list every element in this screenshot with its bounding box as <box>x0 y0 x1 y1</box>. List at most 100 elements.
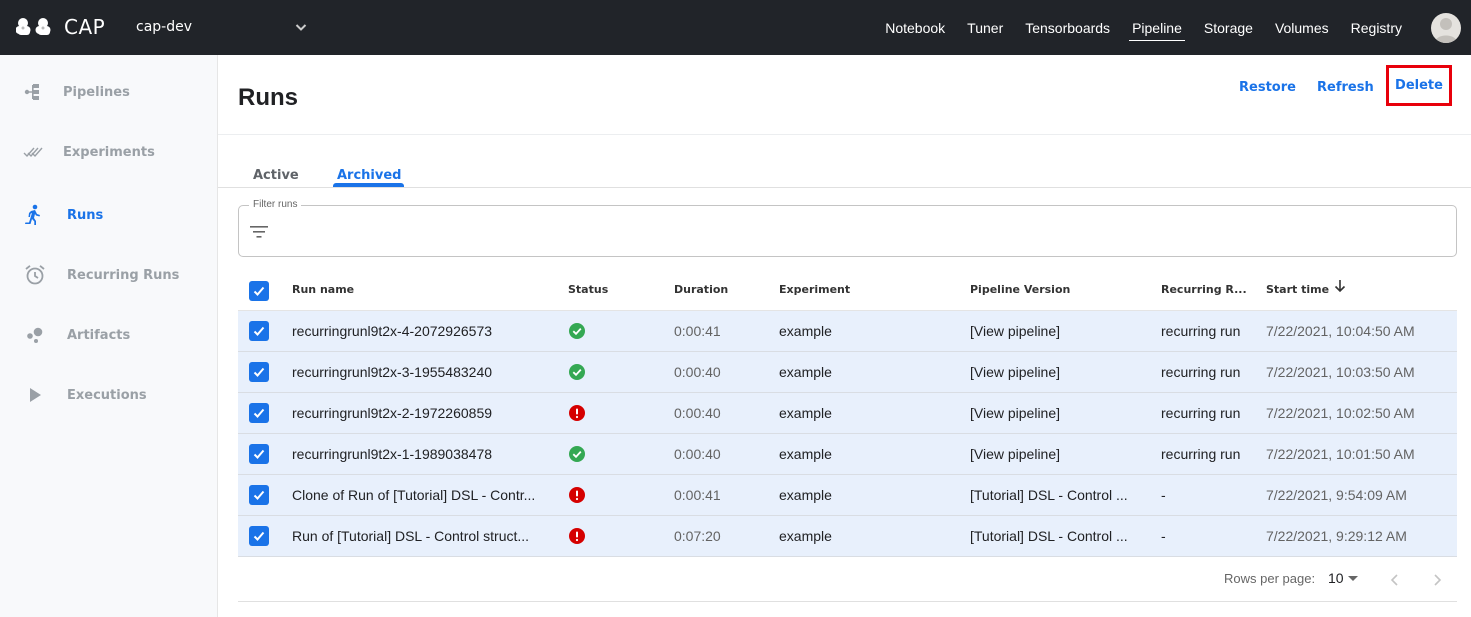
duration-cell: 0:00:41 <box>674 487 721 503</box>
app-logo[interactable]: CAP <box>16 14 105 40</box>
experiment-link[interactable]: example <box>779 446 832 462</box>
run-name-link[interactable]: recurringrunl9t2x-4-2072926573 <box>292 323 492 339</box>
start-time-cell: 7/22/2021, 10:04:50 AM <box>1266 323 1415 339</box>
duration-cell: 0:00:40 <box>674 405 721 421</box>
rows-per-page-select[interactable]: 10 <box>1328 570 1344 586</box>
pipeline-version-link[interactable]: [Tutorial] DSL - Control ... <box>970 528 1128 544</box>
table-row[interactable]: recurringrunl9t2x-2-1972260859 0:00:40 e… <box>238 393 1457 434</box>
tabs-divider <box>218 187 1471 188</box>
recurring-run-cell[interactable]: recurring run <box>1161 405 1240 421</box>
nav-volumes[interactable]: Volumes <box>1264 0 1340 55</box>
next-page-icon[interactable] <box>1427 570 1447 590</box>
namespace-select[interactable]: cap-dev <box>136 15 308 39</box>
run-name-link[interactable]: recurringrunl9t2x-1-1989038478 <box>292 446 492 462</box>
check-icon <box>253 490 265 500</box>
sidebar-item-pipelines[interactable]: Pipelines <box>0 72 217 112</box>
recurring-run-cell[interactable]: recurring run <box>1161 364 1240 380</box>
duration-cell: 0:07:20 <box>674 528 721 544</box>
run-name-link[interactable]: Clone of Run of [Tutorial] DSL - Contr..… <box>292 487 535 503</box>
filter-runs-field[interactable]: Filter runs <box>238 199 1457 257</box>
row-checkbox[interactable] <box>249 526 269 546</box>
pipeline-version-link[interactable]: [View pipeline] <box>970 405 1060 421</box>
row-checkbox[interactable] <box>249 403 269 423</box>
run-name-link[interactable]: recurringrunl9t2x-3-1955483240 <box>292 364 492 380</box>
namespace-value: cap-dev <box>136 19 192 35</box>
sidebar-item-recurring-runs[interactable]: Recurring Runs <box>0 255 217 295</box>
restore-button[interactable]: Restore <box>1239 77 1296 97</box>
pipeline-version-link[interactable]: [View pipeline] <box>970 323 1060 339</box>
nav-tensorboards[interactable]: Tensorboards <box>1014 0 1121 55</box>
sidebar-label: Executions <box>67 387 147 403</box>
sidebar-label: Experiments <box>63 144 155 160</box>
user-icon <box>1435 18 1457 43</box>
filter-runs-input[interactable] <box>279 216 1439 248</box>
error-icon <box>569 405 585 421</box>
success-check-icon <box>569 364 585 380</box>
sidebar-label: Recurring Runs <box>67 267 180 283</box>
column-header-start-time[interactable]: Start time <box>1266 283 1329 296</box>
experiment-link[interactable]: example <box>779 487 832 503</box>
column-header-duration[interactable]: Duration <box>674 283 728 296</box>
recurring-run-cell[interactable]: - <box>1161 487 1166 503</box>
tab-active[interactable]: Active <box>253 163 299 187</box>
column-header-status[interactable]: Status <box>568 283 608 296</box>
sidebar-item-executions[interactable]: Executions <box>0 375 217 415</box>
nav-storage[interactable]: Storage <box>1193 0 1264 55</box>
check-icon <box>253 286 265 296</box>
row-checkbox[interactable] <box>249 362 269 382</box>
app-name: CAP <box>64 15 106 39</box>
top-app-bar: CAP cap-dev Notebook Tuner Tensorboards … <box>0 0 1471 55</box>
row-checkbox[interactable] <box>249 444 269 464</box>
sidebar-item-runs[interactable]: Runs <box>0 195 217 235</box>
duration-cell: 0:00:40 <box>674 446 721 462</box>
run-name-link[interactable]: Run of [Tutorial] DSL - Control struct..… <box>292 528 529 544</box>
table-row[interactable]: Run of [Tutorial] DSL - Control struct..… <box>238 516 1457 557</box>
sidebar-item-artifacts[interactable]: Artifacts <box>0 315 217 355</box>
experiment-link[interactable]: example <box>779 528 832 544</box>
user-avatar[interactable] <box>1431 13 1461 43</box>
check-icon <box>253 367 265 377</box>
table-row[interactable]: recurringrunl9t2x-4-2072926573 0:00:41 e… <box>238 311 1457 352</box>
table-header: Run name Status Duration Experiment Pipe… <box>238 269 1457 311</box>
caret-down-icon[interactable] <box>1348 576 1358 582</box>
column-header-recurring-run[interactable]: Recurring R... <box>1161 283 1247 296</box>
run-name-link[interactable]: recurringrunl9t2x-2-1972260859 <box>292 405 492 421</box>
nav-notebook[interactable]: Notebook <box>874 0 956 55</box>
select-all-checkbox[interactable] <box>249 281 269 301</box>
table-row[interactable]: Clone of Run of [Tutorial] DSL - Contr..… <box>238 475 1457 516</box>
check-icon <box>253 531 265 541</box>
recurring-run-cell[interactable]: - <box>1161 528 1166 544</box>
table-body: recurringrunl9t2x-4-2072926573 0:00:41 e… <box>238 311 1457 557</box>
pipeline-version-link[interactable]: [View pipeline] <box>970 364 1060 380</box>
nav-pipeline[interactable]: Pipeline <box>1121 0 1193 55</box>
experiment-link[interactable]: example <box>779 323 832 339</box>
column-header-pipeline-version[interactable]: Pipeline Version <box>970 283 1070 296</box>
start-time-cell: 7/22/2021, 10:03:50 AM <box>1266 364 1415 380</box>
duration-cell: 0:00:41 <box>674 323 721 339</box>
pagination: Rows per page: 10 <box>238 560 1457 602</box>
row-checkbox[interactable] <box>249 321 269 341</box>
pipeline-version-link[interactable]: [Tutorial] DSL - Control ... <box>970 487 1128 503</box>
column-header-run-name[interactable]: Run name <box>292 283 354 296</box>
rows-per-page-label: Rows per page: <box>1224 571 1316 586</box>
sidebar-item-experiments[interactable]: Experiments <box>0 132 217 172</box>
pipelines-icon <box>22 81 44 103</box>
previous-page-icon[interactable] <box>1385 570 1405 590</box>
row-checkbox[interactable] <box>249 485 269 505</box>
nav-tuner[interactable]: Tuner <box>956 0 1014 55</box>
nav-registry[interactable]: Registry <box>1340 0 1413 55</box>
table-row[interactable]: recurringrunl9t2x-3-1955483240 0:00:40 e… <box>238 352 1457 393</box>
experiment-link[interactable]: example <box>779 364 832 380</box>
artifacts-icon <box>24 324 46 346</box>
recurring-run-cell[interactable]: recurring run <box>1161 323 1240 339</box>
delete-button[interactable]: Delete <box>1395 76 1443 96</box>
recurring-run-cell[interactable]: recurring run <box>1161 446 1240 462</box>
pipeline-version-link[interactable]: [View pipeline] <box>970 446 1060 462</box>
experiment-link[interactable]: example <box>779 405 832 421</box>
refresh-button[interactable]: Refresh <box>1317 77 1374 97</box>
column-header-experiment[interactable]: Experiment <box>779 283 850 296</box>
top-nav: Notebook Tuner Tensorboards Pipeline Sto… <box>874 0 1413 55</box>
sort-descending-icon[interactable] <box>1333 279 1347 293</box>
table-row[interactable]: recurringrunl9t2x-1-1989038478 0:00:40 e… <box>238 434 1457 475</box>
runs-icon <box>22 204 44 226</box>
